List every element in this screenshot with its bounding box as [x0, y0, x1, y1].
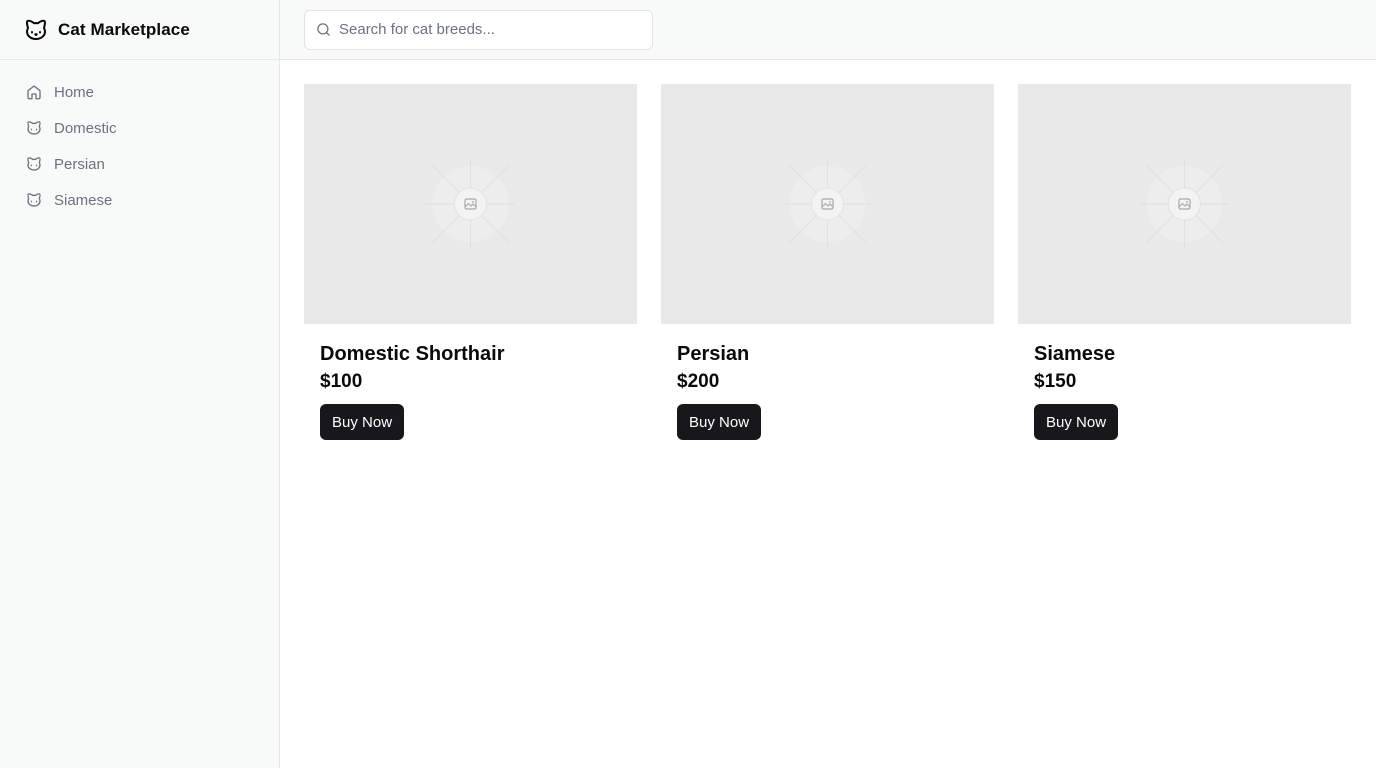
product-price: $200	[677, 371, 720, 392]
buy-now-button[interactable]: Buy Now	[320, 404, 405, 440]
product-price: $100	[320, 371, 363, 392]
search-icon	[316, 22, 331, 37]
product-card: Persian $200 Buy Now	[661, 84, 994, 440]
sidebar-item-persian[interactable]: Persian	[16, 148, 263, 180]
image-placeholder-icon	[426, 160, 515, 248]
product-card: Siamese $150 Buy Now	[1018, 84, 1351, 440]
sidebar-item-siamese[interactable]: Siamese	[16, 184, 263, 216]
product-price: $150	[1034, 371, 1077, 392]
sidebar-item-label: Persian	[54, 155, 105, 173]
product-name: Persian	[677, 343, 750, 365]
product-image	[1018, 84, 1351, 324]
sidebar: Cat Marketplace Home Domestic Persian Si…	[0, 0, 280, 768]
sidebar-nav: Home Domestic Persian Siamese	[0, 60, 279, 232]
sidebar-item-label: Home	[54, 83, 95, 101]
product-grid: Domestic Shorthair $100 Buy Now Persian …	[280, 60, 1376, 440]
sidebar-item-label: Siamese	[54, 191, 113, 209]
cat-icon	[26, 192, 42, 208]
card-body: Siamese $150 Buy Now	[1018, 324, 1351, 440]
product-image	[661, 84, 994, 324]
buy-now-button[interactable]: Buy Now	[677, 404, 762, 440]
main-content: Domestic Shorthair $100 Buy Now	[280, 0, 1376, 768]
image-placeholder-icon	[1140, 160, 1229, 248]
app-root: Cat Marketplace Home Domestic Persian Si…	[0, 0, 1376, 768]
product-card: Domestic Shorthair $100 Buy Now	[304, 84, 637, 440]
brand[interactable]: Cat Marketplace	[0, 0, 279, 60]
product-name: Domestic Shorthair	[320, 343, 505, 365]
card-body: Persian $200 Buy Now	[661, 324, 994, 440]
product-name: Siamese	[1034, 343, 1116, 365]
buy-now-button[interactable]: Buy Now	[1034, 404, 1119, 440]
home-icon	[26, 84, 42, 100]
product-image	[304, 84, 637, 324]
cat-icon	[26, 120, 42, 136]
app-title: Cat Marketplace	[58, 19, 190, 39]
image-placeholder-icon	[783, 160, 872, 248]
cat-icon	[24, 18, 48, 42]
search-input[interactable]	[339, 21, 652, 38]
sidebar-item-domestic[interactable]: Domestic	[16, 112, 263, 144]
sidebar-item-home[interactable]: Home	[16, 76, 263, 108]
cat-icon	[26, 156, 42, 172]
search-box[interactable]	[304, 9, 653, 50]
card-body: Domestic Shorthair $100 Buy Now	[304, 324, 637, 440]
top-bar	[280, 0, 1376, 60]
sidebar-item-label: Domestic	[54, 119, 117, 137]
